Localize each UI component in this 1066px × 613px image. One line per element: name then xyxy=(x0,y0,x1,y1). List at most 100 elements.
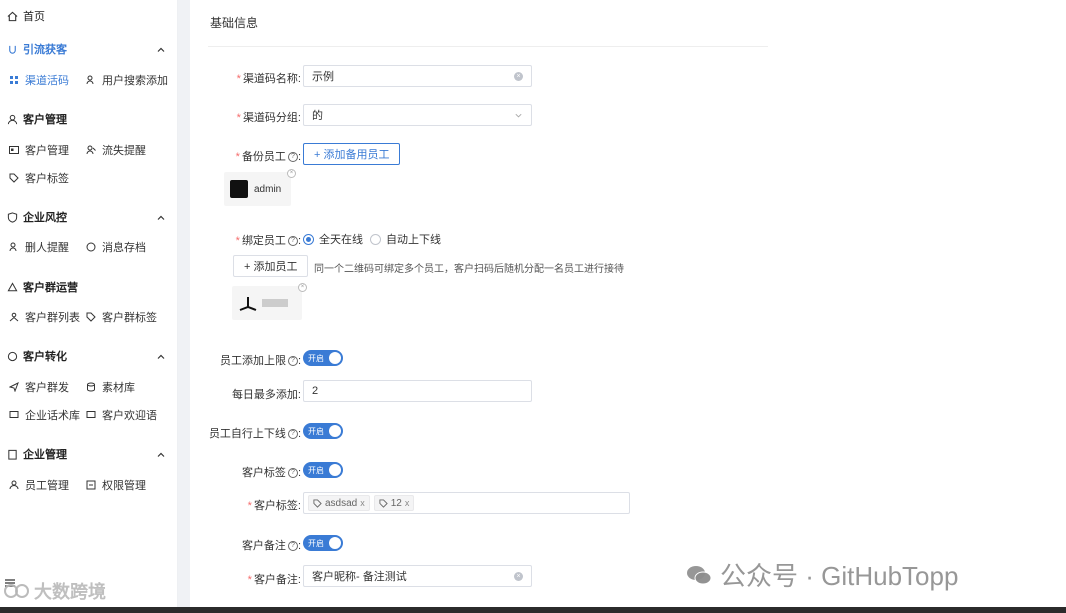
channel-name-input[interactable]: 示例 × xyxy=(303,65,532,87)
sidebar-group-risk-control[interactable]: 企业风控 xyxy=(6,207,67,227)
help-icon: ? xyxy=(287,468,298,479)
sidebar: 首页 引流获客 渠道活码 用户搜索添加 客户管理 客户管理 流失提醒 客户标签 … xyxy=(0,0,178,613)
avatar xyxy=(230,180,248,198)
radio-auto-online[interactable]: 自动上下线 xyxy=(370,231,441,247)
tag-icon xyxy=(313,498,322,508)
sidebar-item-mass-send[interactable]: 客户群发 xyxy=(8,378,69,396)
user-icon xyxy=(6,113,18,125)
customer-tag-select[interactable]: asdsad x 12 x xyxy=(303,492,630,514)
sidebar-group-lead-gen[interactable]: 引流获客 xyxy=(6,39,67,59)
self-online-switch[interactable]: 开启 xyxy=(303,423,343,439)
send-icon xyxy=(8,381,20,393)
customer-note-switch-label: 客户备注?: xyxy=(241,540,301,552)
bind-staff-label: * 绑定员工?: xyxy=(235,235,301,247)
sidebar-item-home[interactable]: 首页 xyxy=(6,6,45,26)
message-box-icon xyxy=(8,409,20,421)
sidebar-group-enterprise-mgmt[interactable]: 企业管理 xyxy=(6,444,67,464)
divider xyxy=(208,46,768,47)
chevron-up-icon[interactable] xyxy=(156,45,166,55)
tag-icon xyxy=(85,311,97,323)
sidebar-item-customer-mgmt[interactable]: 客户管理 xyxy=(8,141,69,159)
sidebar-item-group-list[interactable]: 客户群列表 xyxy=(8,308,80,326)
chevron-down-icon xyxy=(515,113,522,118)
staff-limit-label: 员工添加上限?: xyxy=(220,355,302,367)
sidebar-item-customer-tag[interactable]: 客户标签 xyxy=(8,169,69,187)
main-content: 基础信息 * 渠道码名称: 示例 × * 渠道码分组: 的 * 备份员工?: + 添加… xyxy=(190,0,1066,613)
user-delete-icon xyxy=(8,241,20,253)
help-icon: ? xyxy=(287,429,298,440)
customer-tag-switch[interactable]: 开启 xyxy=(303,462,343,478)
refresh-icon xyxy=(6,350,18,362)
clear-icon[interactable]: × xyxy=(514,572,523,581)
channel-name-label: * 渠道码名称: xyxy=(236,73,301,85)
help-icon: ? xyxy=(288,356,298,367)
watermark-left: 大数跨境 xyxy=(4,578,106,604)
database-icon xyxy=(85,381,97,393)
watermark-logo-icon xyxy=(4,584,29,598)
section-title: 基础信息 xyxy=(210,16,259,30)
help-icon: ? xyxy=(287,541,298,552)
message-box-icon xyxy=(85,409,97,421)
radio-unchecked-icon xyxy=(370,233,381,245)
chevron-up-icon[interactable] xyxy=(156,213,166,223)
tag-chip: asdsad x xyxy=(308,495,370,511)
close-icon[interactable]: x xyxy=(405,498,410,508)
grid-icon xyxy=(8,74,20,86)
user-add-icon xyxy=(85,74,97,86)
shield-icon xyxy=(6,211,18,223)
bound-staff-card xyxy=(232,286,302,320)
customer-tag-field-label: * 客户标签: xyxy=(247,500,301,512)
close-icon[interactable]: x xyxy=(360,498,365,508)
wechat-icon xyxy=(687,565,712,584)
tag-icon xyxy=(379,498,388,508)
close-icon[interactable]: × xyxy=(287,169,296,178)
user-icon xyxy=(8,479,20,491)
radio-checked-icon xyxy=(303,233,314,245)
sidebar-item-script-lib[interactable]: 企业话术库 xyxy=(8,406,80,424)
customer-note-input[interactable]: 客户昵称- 备注测试 × xyxy=(303,565,532,587)
sidebar-item-channel-code[interactable]: 渠道活码 xyxy=(8,71,69,89)
chat-icon xyxy=(85,241,97,253)
group-icon xyxy=(6,281,18,293)
sidebar-item-permission-mgmt[interactable]: 权限管理 xyxy=(85,476,146,494)
chevron-up-icon[interactable] xyxy=(156,352,166,362)
content-gutter xyxy=(178,0,190,613)
add-staff-button[interactable]: + 添加员工 xyxy=(233,255,309,277)
help-icon: ? xyxy=(287,152,298,163)
blurred-name xyxy=(262,299,288,307)
magnet-icon xyxy=(6,43,18,55)
radio-all-day-online[interactable]: 全天在线 xyxy=(303,231,363,247)
sidebar-group-conversion[interactable]: 客户转化 xyxy=(6,346,67,366)
backup-staff-label: * 备份员工?: xyxy=(235,151,301,163)
tag-chip: 12 x xyxy=(373,495,415,511)
tag-icon xyxy=(8,172,20,184)
customer-note-switch[interactable]: 开启 xyxy=(303,535,343,551)
customer-tag-switch-label: 客户标签?: xyxy=(241,467,301,479)
channel-group-label: * 渠道码分组: xyxy=(236,112,301,124)
bottom-bar xyxy=(0,607,1066,613)
sidebar-item-welcome-msg[interactable]: 客户欢迎语 xyxy=(85,406,157,424)
sidebar-item-user-search-add[interactable]: 用户搜索添加 xyxy=(85,71,168,89)
chevron-up-icon[interactable] xyxy=(156,450,166,460)
close-icon[interactable]: × xyxy=(298,283,307,292)
channel-group-select[interactable]: 的 xyxy=(303,104,532,126)
sidebar-group-customer-mgmt[interactable]: 客户管理 xyxy=(6,109,67,129)
staff-limit-switch[interactable]: 开启 xyxy=(303,350,343,366)
sidebar-item-staff-mgmt[interactable]: 员工管理 xyxy=(8,476,69,494)
home-icon xyxy=(6,10,18,22)
add-backup-staff-button[interactable]: + 添加备用员工 xyxy=(303,143,401,165)
clear-icon[interactable]: × xyxy=(514,72,523,81)
id-card-icon xyxy=(8,144,20,156)
backup-staff-card: admin xyxy=(224,172,291,206)
sidebar-item-churn-alert[interactable]: 流失提醒 xyxy=(85,141,146,159)
sidebar-item-group-tag[interactable]: 客户群标签 xyxy=(85,308,157,326)
sidebar-item-material-lib[interactable]: 素材库 xyxy=(85,378,135,396)
sidebar-group-group-ops[interactable]: 客户群运营 xyxy=(6,277,78,297)
users-icon xyxy=(8,311,20,323)
self-online-label: 员工自行上下线?: xyxy=(208,428,301,440)
sidebar-item-delete-alert[interactable]: 删人提醒 xyxy=(8,238,69,256)
user-remove-icon xyxy=(85,144,97,156)
daily-max-label: 每日最多添加: xyxy=(231,389,301,401)
sidebar-item-message-archive[interactable]: 消息存档 xyxy=(85,238,146,256)
daily-max-input[interactable]: 2 xyxy=(303,380,532,402)
